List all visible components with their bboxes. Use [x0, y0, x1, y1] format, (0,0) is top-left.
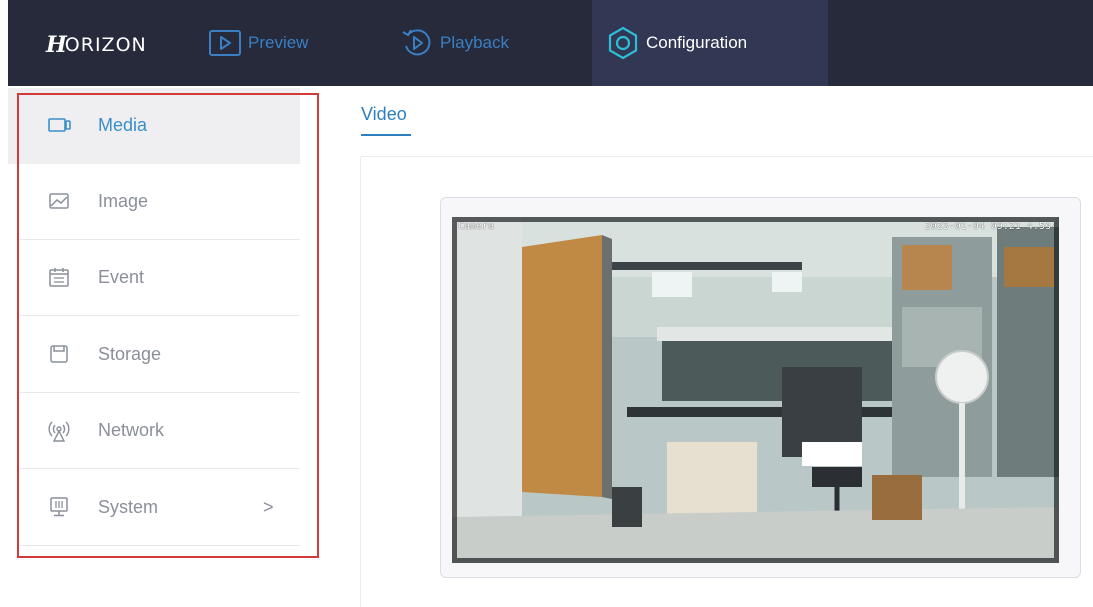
- config-ring-icon: [606, 26, 640, 60]
- sidebar-item-event[interactable]: Event: [8, 240, 300, 316]
- replay-icon: [400, 27, 434, 59]
- camera-icon: [48, 114, 71, 136]
- separator: [20, 468, 300, 469]
- tab-configuration-label: Configuration: [646, 33, 748, 52]
- tab-configuration[interactable]: Configuration: [592, 0, 828, 86]
- tab-preview-label: Preview: [248, 33, 309, 52]
- sidebar-item-storage[interactable]: Storage: [8, 317, 300, 393]
- separator: [20, 545, 300, 546]
- logo-mark: H: [46, 32, 67, 58]
- chevron-right-icon: >: [263, 497, 274, 517]
- sidebar-item-label: Storage: [98, 344, 162, 364]
- sidebar-item-image[interactable]: Image: [8, 164, 300, 240]
- tab-playback[interactable]: Playback: [400, 0, 509, 86]
- camera-scene: [452, 217, 1059, 563]
- separator: [20, 315, 300, 316]
- monitor-icon: [48, 496, 70, 518]
- storage-icon: [48, 343, 70, 365]
- tab-video[interactable]: Video: [361, 104, 407, 125]
- sidebar-item-label: System: [98, 497, 159, 517]
- play-square-icon: [208, 29, 242, 57]
- tab-video-underline: [361, 134, 411, 136]
- sidebar-item-label: Media: [98, 115, 148, 135]
- logo-word: ORIZON: [64, 34, 147, 56]
- sidebar-item-label: Network: [98, 420, 165, 440]
- sidebar-item-system[interactable]: System >: [8, 470, 300, 546]
- calendar-icon: [48, 266, 70, 288]
- logo: H ORIZON: [46, 30, 147, 60]
- sidebar-item-media[interactable]: Media: [8, 88, 300, 164]
- tab-playback-label: Playback: [440, 33, 509, 52]
- tab-preview[interactable]: Preview: [208, 0, 308, 86]
- video-preview[interactable]: Camera 2023-01-04 09:21 4.5s: [452, 217, 1059, 563]
- sidebar-item-network[interactable]: Network: [8, 393, 300, 469]
- osd-camera-name: Camera: [458, 221, 495, 232]
- sidebar-item-label: Event: [98, 267, 145, 287]
- top-bar: H ORIZON: [8, 0, 1093, 86]
- image-icon: [48, 190, 70, 212]
- antenna-icon: [48, 419, 70, 442]
- osd-timestamp: 2023-01-04 09:21 4.5s: [924, 221, 1051, 232]
- content-rule: [361, 156, 1093, 157]
- sidebar-item-label: Image: [98, 191, 149, 211]
- content-divider: [360, 157, 361, 607]
